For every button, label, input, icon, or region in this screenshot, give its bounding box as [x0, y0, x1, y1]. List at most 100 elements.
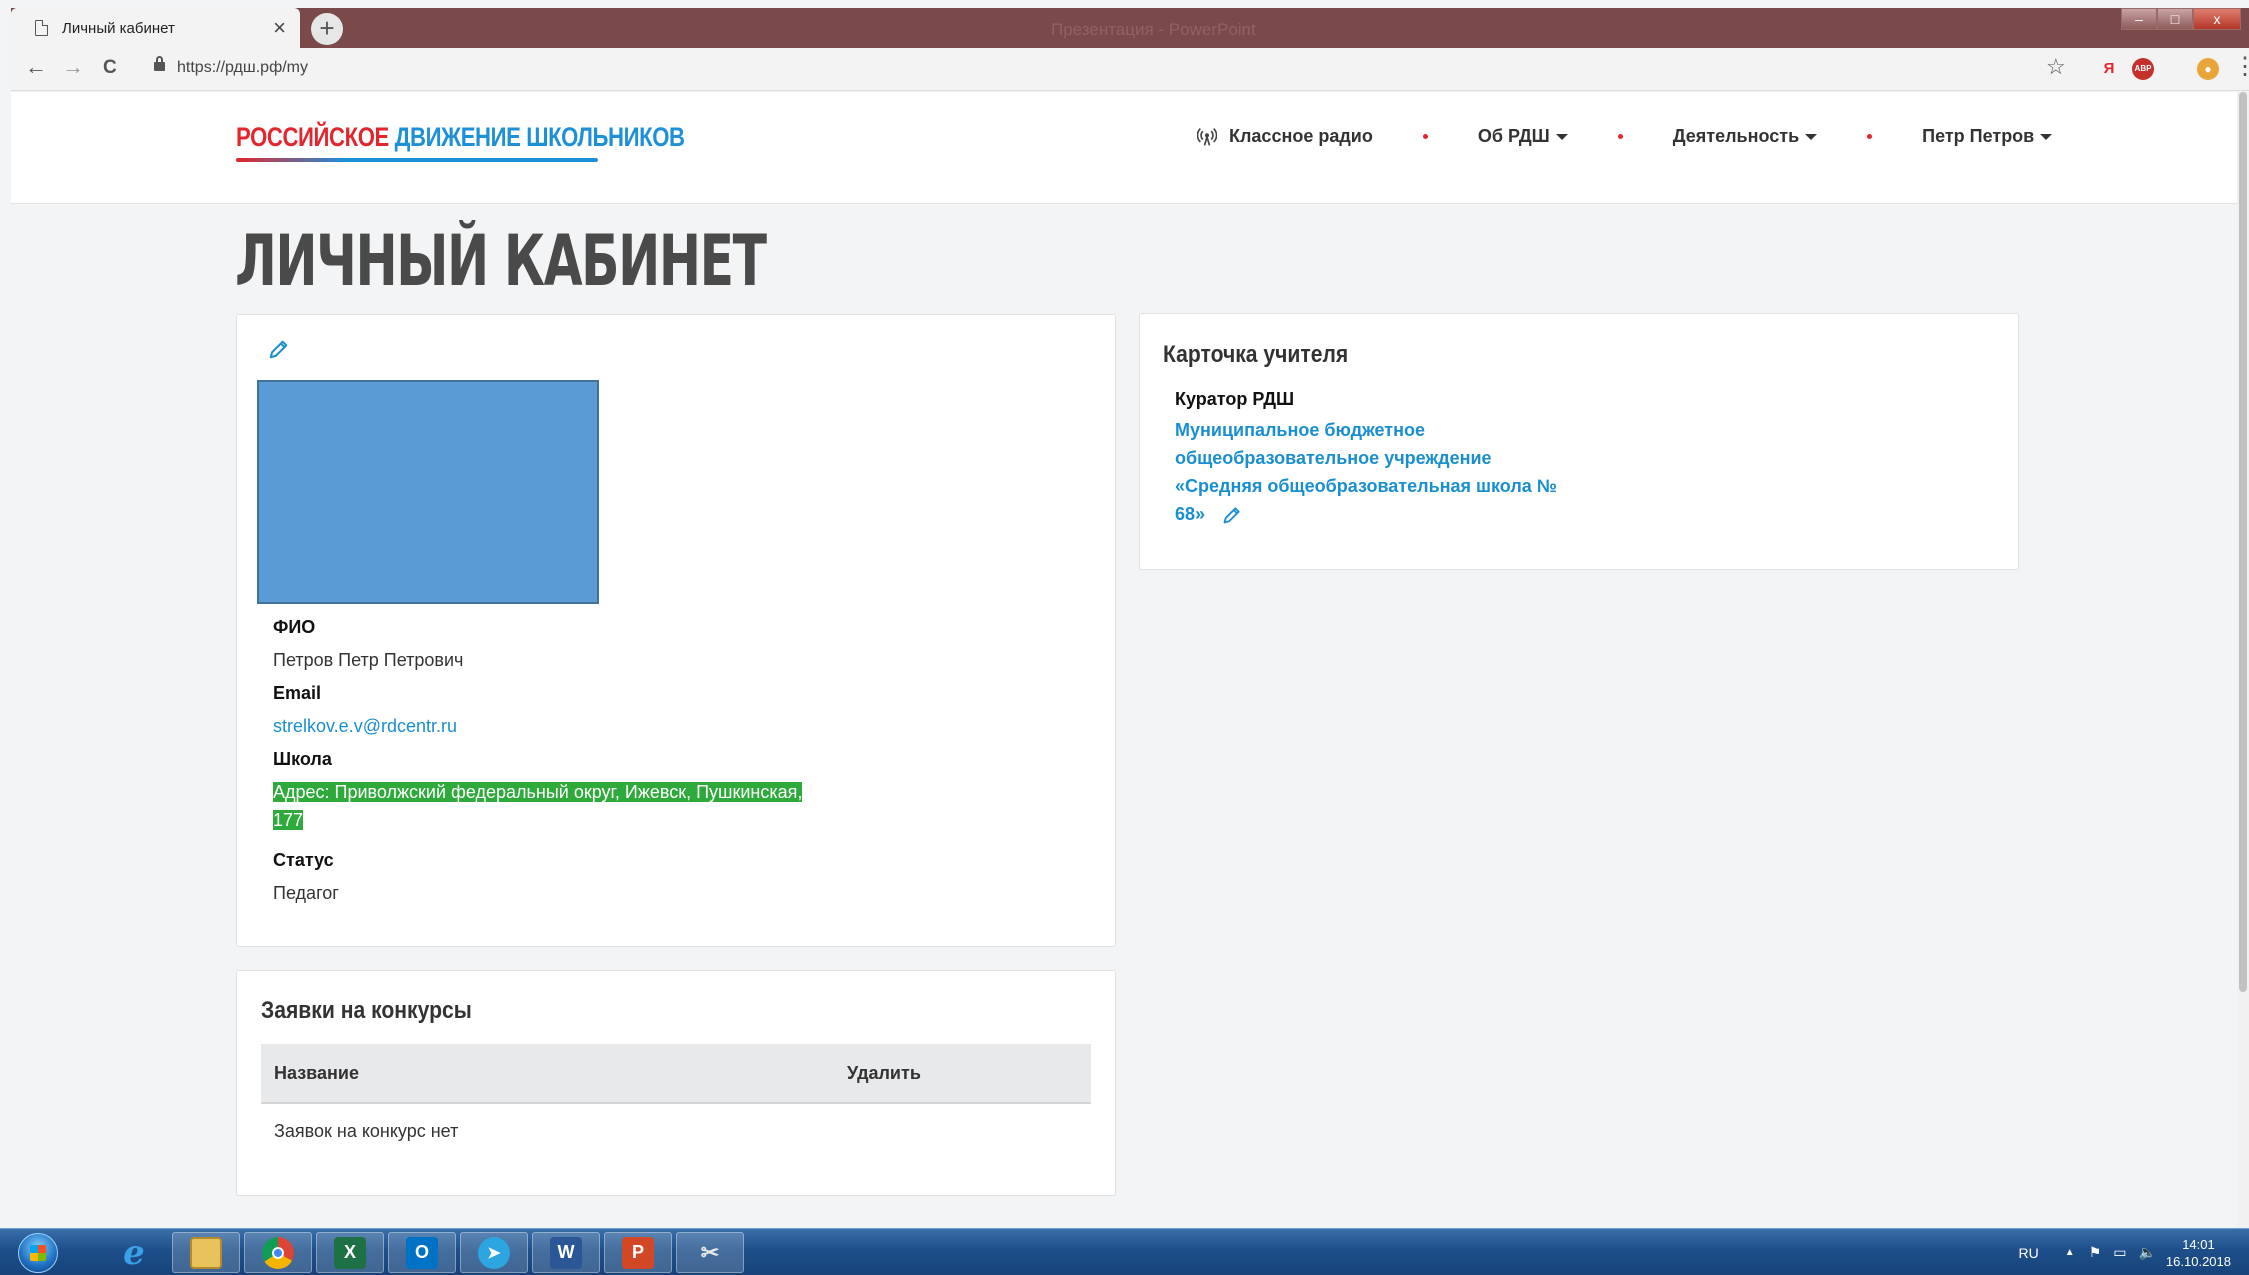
site-header: РОССИЙСКОЕ ДВИЖЕНИЕ ШКОЛЬНИКОВ Классное … [11, 92, 2249, 204]
teacher-school-link[interactable]: Муниципальное бюджетное общеобразователь… [1175, 416, 1575, 528]
outlook-icon: O [406, 1236, 438, 1269]
network-icon[interactable]: ▭ [2113, 1244, 2126, 1261]
minimize-button[interactable]: – [2121, 8, 2157, 30]
fio-label: ФИО [273, 617, 316, 637]
window-titlebar: Презентация - PowerPoint [11, 8, 2249, 48]
lock-icon[interactable] [154, 56, 165, 71]
field-school: Школа Адрес: Приволжский федеральный окр… [273, 749, 803, 834]
chevron-down-icon [1805, 133, 1818, 140]
adblock-icon[interactable]: ABP [2132, 58, 2154, 80]
school-name-line-last: 68» [1175, 500, 1575, 528]
nav-item-activity[interactable]: Деятельность [1672, 126, 1818, 147]
telegram-icon: ➤ [478, 1236, 510, 1269]
new-tab-button[interactable]: + [311, 13, 343, 45]
scrollbar-thumb[interactable] [2239, 92, 2247, 992]
clock-date: 16.10.2018 [2165, 1253, 2231, 1269]
close-window-button[interactable]: x [2193, 8, 2241, 30]
word-icon: W [550, 1236, 582, 1269]
browser-tab[interactable]: Личный кабинет × [11, 8, 300, 48]
column-header-name: Название [274, 1062, 359, 1083]
school-address-line2: 177 [273, 810, 304, 830]
contests-table: Название Удалить Заявок на конкурс нет [261, 1044, 1091, 1159]
window-controls: – □ x [2121, 8, 2241, 30]
taskbar-app-telegram[interactable]: ➤ [460, 1232, 528, 1273]
browser-menu-icon[interactable]: ⋮ [2233, 52, 2249, 81]
folder-icon [190, 1236, 222, 1269]
chrome-icon [262, 1236, 294, 1269]
volume-icon[interactable]: 🔈 [2138, 1244, 2155, 1261]
tray-expand-icon[interactable]: ▲ [2065, 1247, 2075, 1258]
nav-separator-dot [1422, 134, 1428, 139]
taskbar-app-ie[interactable]: e [100, 1232, 168, 1273]
table-empty-message: Заявок на конкурс нет [274, 1121, 459, 1141]
forward-button[interactable]: → [62, 54, 84, 80]
taskbar-clock[interactable]: 14:01 16.10.2018 [2166, 1236, 2231, 1270]
nav-item-about[interactable]: Об РДШ [1478, 126, 1568, 147]
page-icon [35, 20, 48, 36]
field-fio: ФИО Петров Петр Петрович [273, 617, 463, 674]
address-bar[interactable]: https://рдш.рф/my [177, 59, 308, 77]
avatar-image [257, 380, 599, 604]
school-address-line1: Адрес: Приволжский федеральный округ, Иж… [273, 782, 803, 802]
excel-icon: X [334, 1236, 366, 1269]
tab-title: Личный кабинет [62, 19, 175, 37]
nav-label-activity: Деятельность [1672, 126, 1800, 146]
restore-button[interactable]: □ [2157, 8, 2193, 30]
nav-label-radio: Классное радио [1229, 126, 1373, 146]
scissors-icon: ✂ [700, 1239, 720, 1265]
school-label: Школа [273, 749, 332, 769]
site-logo[interactable]: РОССИЙСКОЕ ДВИЖЕНИЕ ШКОЛЬНИКОВ [236, 122, 685, 153]
taskbar-app-chrome[interactable] [244, 1232, 312, 1273]
logo-text-part2: ДВИЖЕНИЕ ШКОЛЬНИКОВ [394, 122, 685, 152]
school-number: 68» [1175, 504, 1206, 524]
back-button[interactable]: ← [25, 54, 47, 80]
internet-explorer-icon: e [123, 1232, 145, 1273]
radio-broadcast-icon [1197, 127, 1217, 146]
nav-separator-dot [1867, 134, 1873, 139]
contests-card: Заявки на конкурсы Название Удалить Заяв… [236, 970, 1116, 1196]
taskbar-app-snipping[interactable]: ✂ [676, 1232, 744, 1273]
email-label: Email [273, 683, 322, 703]
edit-pencil-icon[interactable] [268, 338, 290, 360]
chevron-down-icon [2040, 133, 2053, 140]
yandex-icon[interactable]: Я [2098, 58, 2120, 80]
logo-text-part1: РОССИЙСКОЕ [236, 122, 389, 152]
taskbar-app-word[interactable]: W [532, 1232, 600, 1273]
teacher-card: Карточка учителя Куратор РДШ Муниципальн… [1139, 313, 2019, 570]
field-status: Статус Педагог [273, 850, 339, 907]
page-title: ЛИЧНЫЙ КАБИНЕТ [235, 220, 767, 302]
teacher-role: Куратор РДШ [1175, 389, 1295, 409]
browser-toolbar: ← → C https://рдш.рф/my ☆ Я ABP ● ⋮ [11, 48, 2249, 91]
reload-button[interactable]: C [103, 57, 117, 79]
school-name-line: общеобразовательное учреждение [1175, 448, 1492, 468]
logo-underline [236, 158, 598, 162]
taskbar-app-outlook[interactable]: O [388, 1232, 456, 1273]
nav-item-user[interactable]: Петр Петров [1922, 126, 2053, 147]
taskbar-app-powerpoint[interactable]: P [604, 1232, 672, 1273]
taskbar-app-explorer[interactable] [172, 1232, 240, 1273]
email-link[interactable]: strelkov.e.v@rdcentr.ru [273, 712, 457, 740]
chevron-down-icon [1555, 133, 1568, 140]
fio-value: Петров Петр Петрович [273, 650, 464, 670]
main-nav: Классное радио Об РДШ Деятельность Петр … [1197, 126, 2053, 147]
start-button[interactable] [18, 1233, 58, 1273]
tab-close-icon[interactable]: × [273, 17, 286, 39]
teacher-card-heading: Карточка учителя [1163, 341, 1349, 368]
system-tray: RU ▲ ⚑ ▭ 🔈 14:01 16.10.2018 [2019, 1229, 2249, 1275]
school-name-line: «Средняя общеобразовательная школа № [1175, 476, 1557, 496]
action-center-flag-icon[interactable]: ⚑ [2089, 1244, 2102, 1261]
profile-icon[interactable]: ● [2197, 58, 2219, 80]
nav-item-radio[interactable]: Классное радио [1197, 126, 1373, 147]
taskbar-app-excel[interactable]: X [316, 1232, 384, 1273]
table-header: Название Удалить [261, 1044, 1091, 1104]
nav-label-user: Петр Петров [1922, 126, 2035, 146]
field-email: Email strelkov.e.v@rdcentr.ru [273, 683, 457, 740]
bookmark-star-icon[interactable]: ☆ [2046, 54, 2066, 80]
school-address: Адрес: Приволжский федеральный округ, Иж… [273, 778, 803, 834]
clock-time: 14:01 [2182, 1236, 2215, 1252]
edit-pencil-icon[interactable] [1222, 505, 1242, 525]
status-label: Статус [273, 850, 334, 870]
profile-card: ФИО Петров Петр Петрович Email strelkov.… [236, 314, 1116, 947]
language-indicator[interactable]: RU [2019, 1245, 2039, 1261]
powerpoint-icon: P [622, 1236, 654, 1269]
